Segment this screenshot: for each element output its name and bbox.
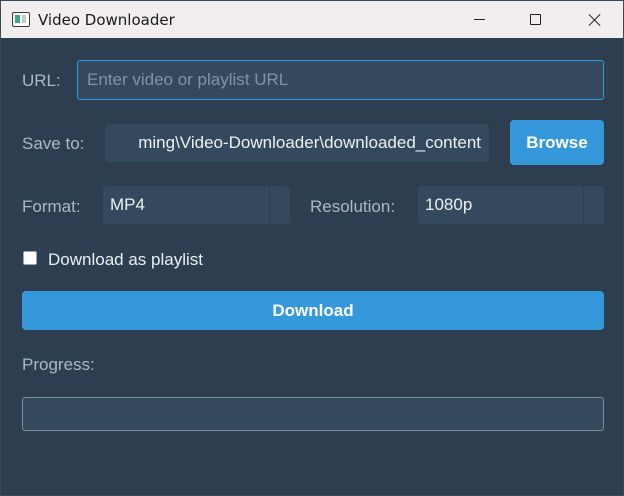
app-icon [12,12,30,27]
window-title: Video Downloader [38,11,175,29]
maximize-icon [529,14,541,25]
playlist-checkbox-label[interactable]: Download as playlist [48,249,203,271]
playlist-checkbox[interactable] [23,251,37,265]
save-path-field[interactable]: ming\Video-Downloader\downloaded_content [105,124,489,162]
url-field[interactable] [77,60,604,100]
resolution-dropdown-arrow[interactable] [583,186,604,224]
save-path-value: ming\Video-Downloader\downloaded_content [138,133,481,152]
progress-label: Progress: [22,355,95,374]
close-icon [588,14,600,26]
resolution-label: Resolution: [310,197,396,216]
save-to-label: Save to: [22,134,85,153]
title-bar[interactable]: Video Downloader [1,1,623,38]
close-button[interactable] [571,1,617,38]
download-button[interactable]: Download [22,291,604,330]
format-select[interactable]: MP4 [103,186,290,224]
main-window: Video Downloader URL: Save to: ming\Vide… [0,0,624,496]
format-label: Format: [22,197,81,216]
browse-button[interactable]: Browse [510,120,604,165]
minimize-icon [473,19,485,20]
minimize-button[interactable] [456,1,502,38]
resolution-select[interactable]: 1080p [418,186,604,224]
resolution-selected-value: 1080p [425,195,473,214]
url-label: URL: [22,71,61,90]
format-selected-value: MP4 [110,195,145,214]
format-dropdown-arrow[interactable] [269,186,290,224]
progress-bar [22,397,604,431]
maximize-button[interactable] [512,1,558,38]
url-input[interactable] [78,61,603,99]
